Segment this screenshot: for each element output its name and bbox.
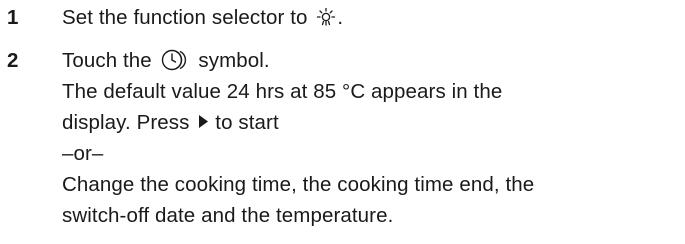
step-2-line-1: Touch the symbol.	[62, 45, 685, 76]
step-2-line-3: display. Press to start	[62, 107, 685, 138]
step-number: 1	[7, 6, 19, 29]
step-1: 1 Set the function selector to .	[0, 2, 685, 33]
step-2-text-touch: Touch the	[62, 49, 152, 72]
step-2-line-6: switch-off date and the temperature.	[62, 204, 394, 227]
step-1-period: .	[337, 6, 344, 29]
light-bulb-icon	[316, 7, 336, 27]
step-2-text-to-start: to start	[215, 111, 279, 134]
step-number: 2	[7, 49, 19, 72]
step-1-line: Set the function selector to .	[62, 2, 685, 33]
step-2-line-2: The default value 24 hrs at 85 °C appear…	[62, 80, 503, 103]
play-arrow-icon	[198, 114, 209, 129]
step-1-text: Set the function selector to	[62, 6, 308, 29]
timer-symbol-icon	[161, 49, 191, 71]
instruction-steps: 1 Set the function selector to . 2 Touch…	[0, 0, 685, 231]
step-2-line-5: Change the cooking time, the cooking tim…	[62, 173, 535, 196]
step-2-or: –or–	[62, 142, 104, 165]
step-2-text-press: display. Press	[62, 111, 190, 134]
step-2: 2 Touch the symbol. The default value 24…	[0, 45, 685, 231]
step-2-text-symbol: symbol.	[198, 49, 270, 72]
